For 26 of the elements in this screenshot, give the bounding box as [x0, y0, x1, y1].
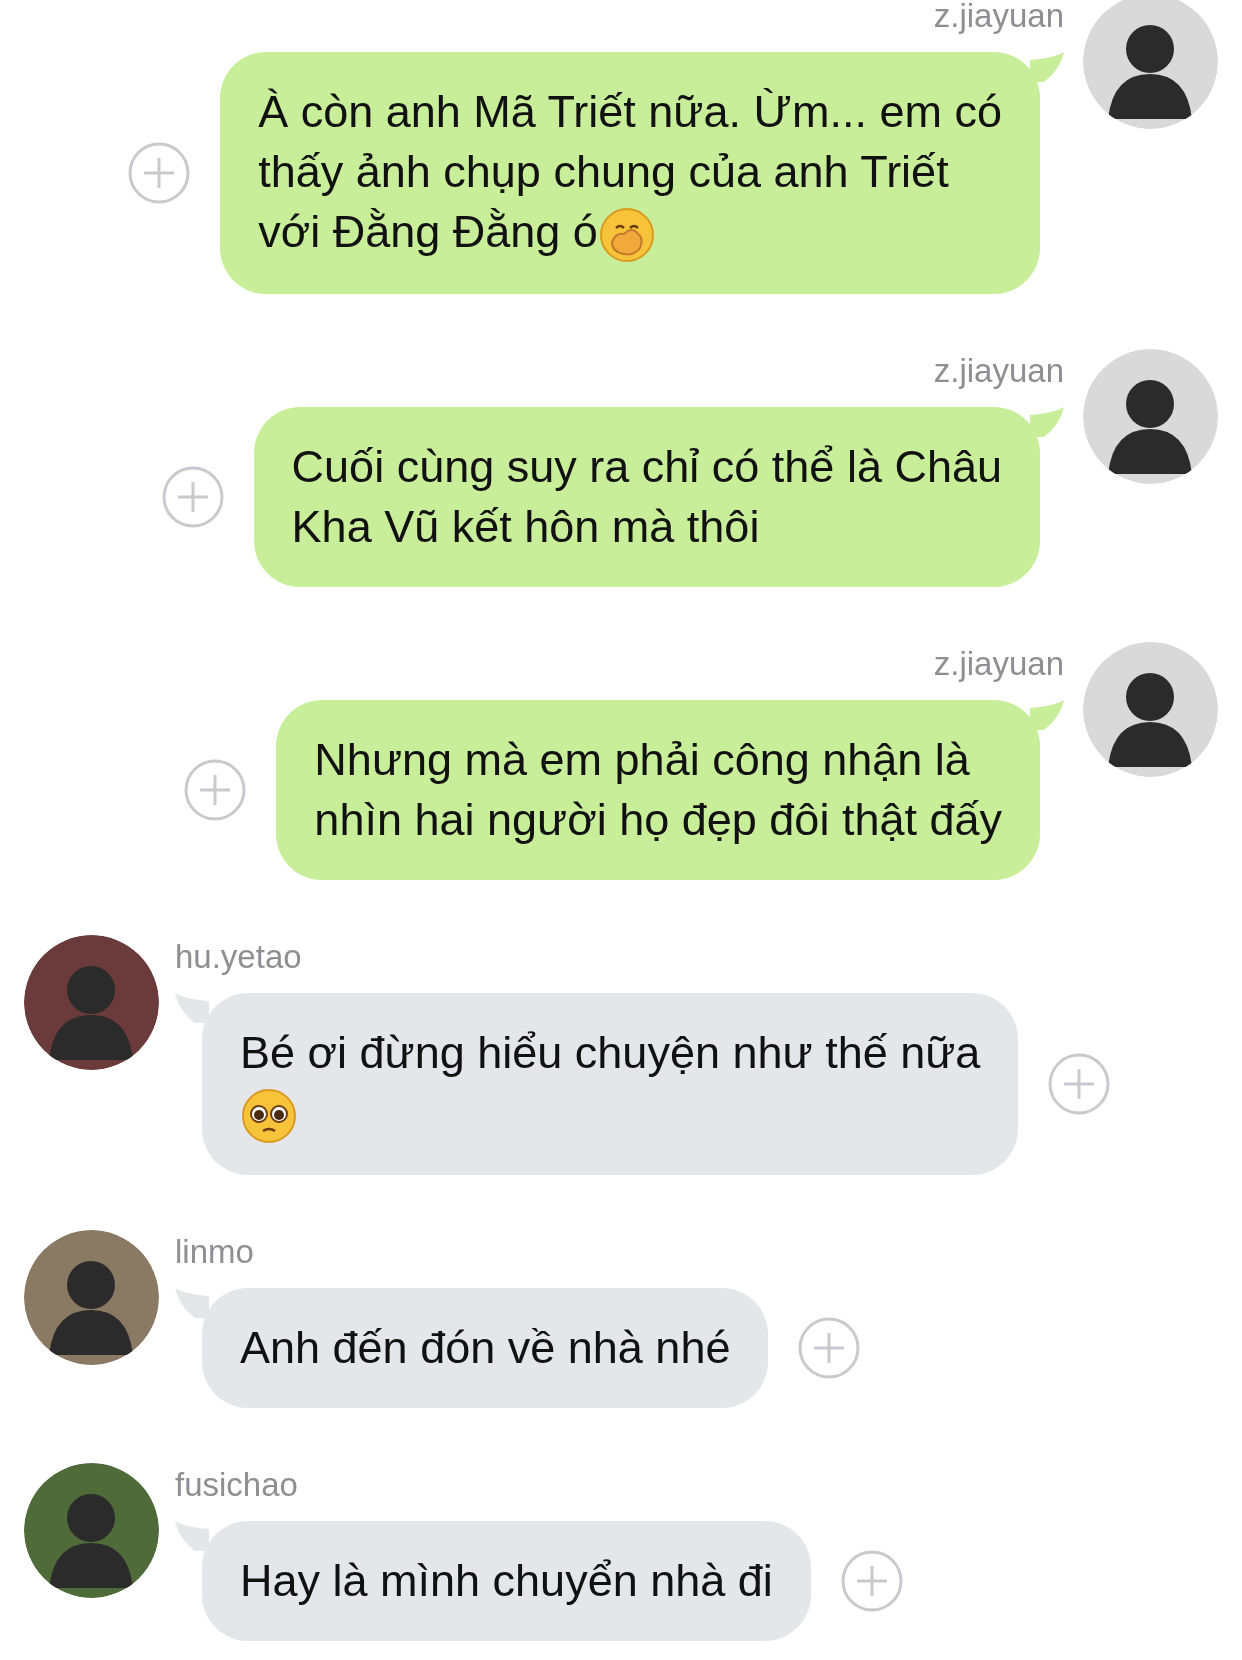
sender-name: linmo: [175, 1232, 254, 1273]
sender-name: z.jiayuan: [933, 0, 1064, 36]
bubble-tail: [1030, 407, 1064, 438]
avatar[interactable]: [24, 1463, 159, 1599]
message-bubble: Bé ơi đừng hiểu chuyện như thế nữa: [202, 993, 1019, 1176]
pleading-face-icon: [240, 1087, 298, 1146]
sender-name: z.jiayuan: [933, 351, 1064, 392]
sender-name: z.jiayuan: [933, 644, 1064, 685]
avatar[interactable]: [1083, 0, 1218, 129]
bubble-tail: [175, 1521, 209, 1552]
message-bubble: Cuối cùng suy ra chỉ có thể là Châu Kha Vũ kết hôn mà thôi: [253, 407, 1040, 588]
avatar[interactable]: [24, 1230, 159, 1366]
avatar[interactable]: [24, 935, 159, 1071]
hand-over-mouth-face-icon: [597, 206, 656, 265]
bubble-tail: [1030, 52, 1064, 82]
bubble-tail: [175, 1288, 209, 1319]
sender-name: fusichao: [175, 1465, 298, 1506]
message-bubble: Nhưng mà em phải công nhận là nhìn hai người họ đẹp đôi thật đấy: [276, 700, 1040, 881]
sender-name: hu.yetao: [175, 937, 302, 978]
bubble-tail: [1030, 700, 1064, 731]
message-bubble: Hay là mình chuyển nhà đi: [202, 1521, 811, 1642]
message-bubble: Anh đến đón về nhà nhé: [202, 1288, 769, 1409]
message-bubble: À còn anh Mã Triết nữa. Ừm... em có thấy ảnh chụp chung của anh Triết với Đằng Đằng ó: [220, 52, 1040, 295]
avatar[interactable]: [1083, 349, 1218, 485]
bubble-tail: [175, 993, 209, 1024]
avatar[interactable]: [1083, 642, 1218, 778]
